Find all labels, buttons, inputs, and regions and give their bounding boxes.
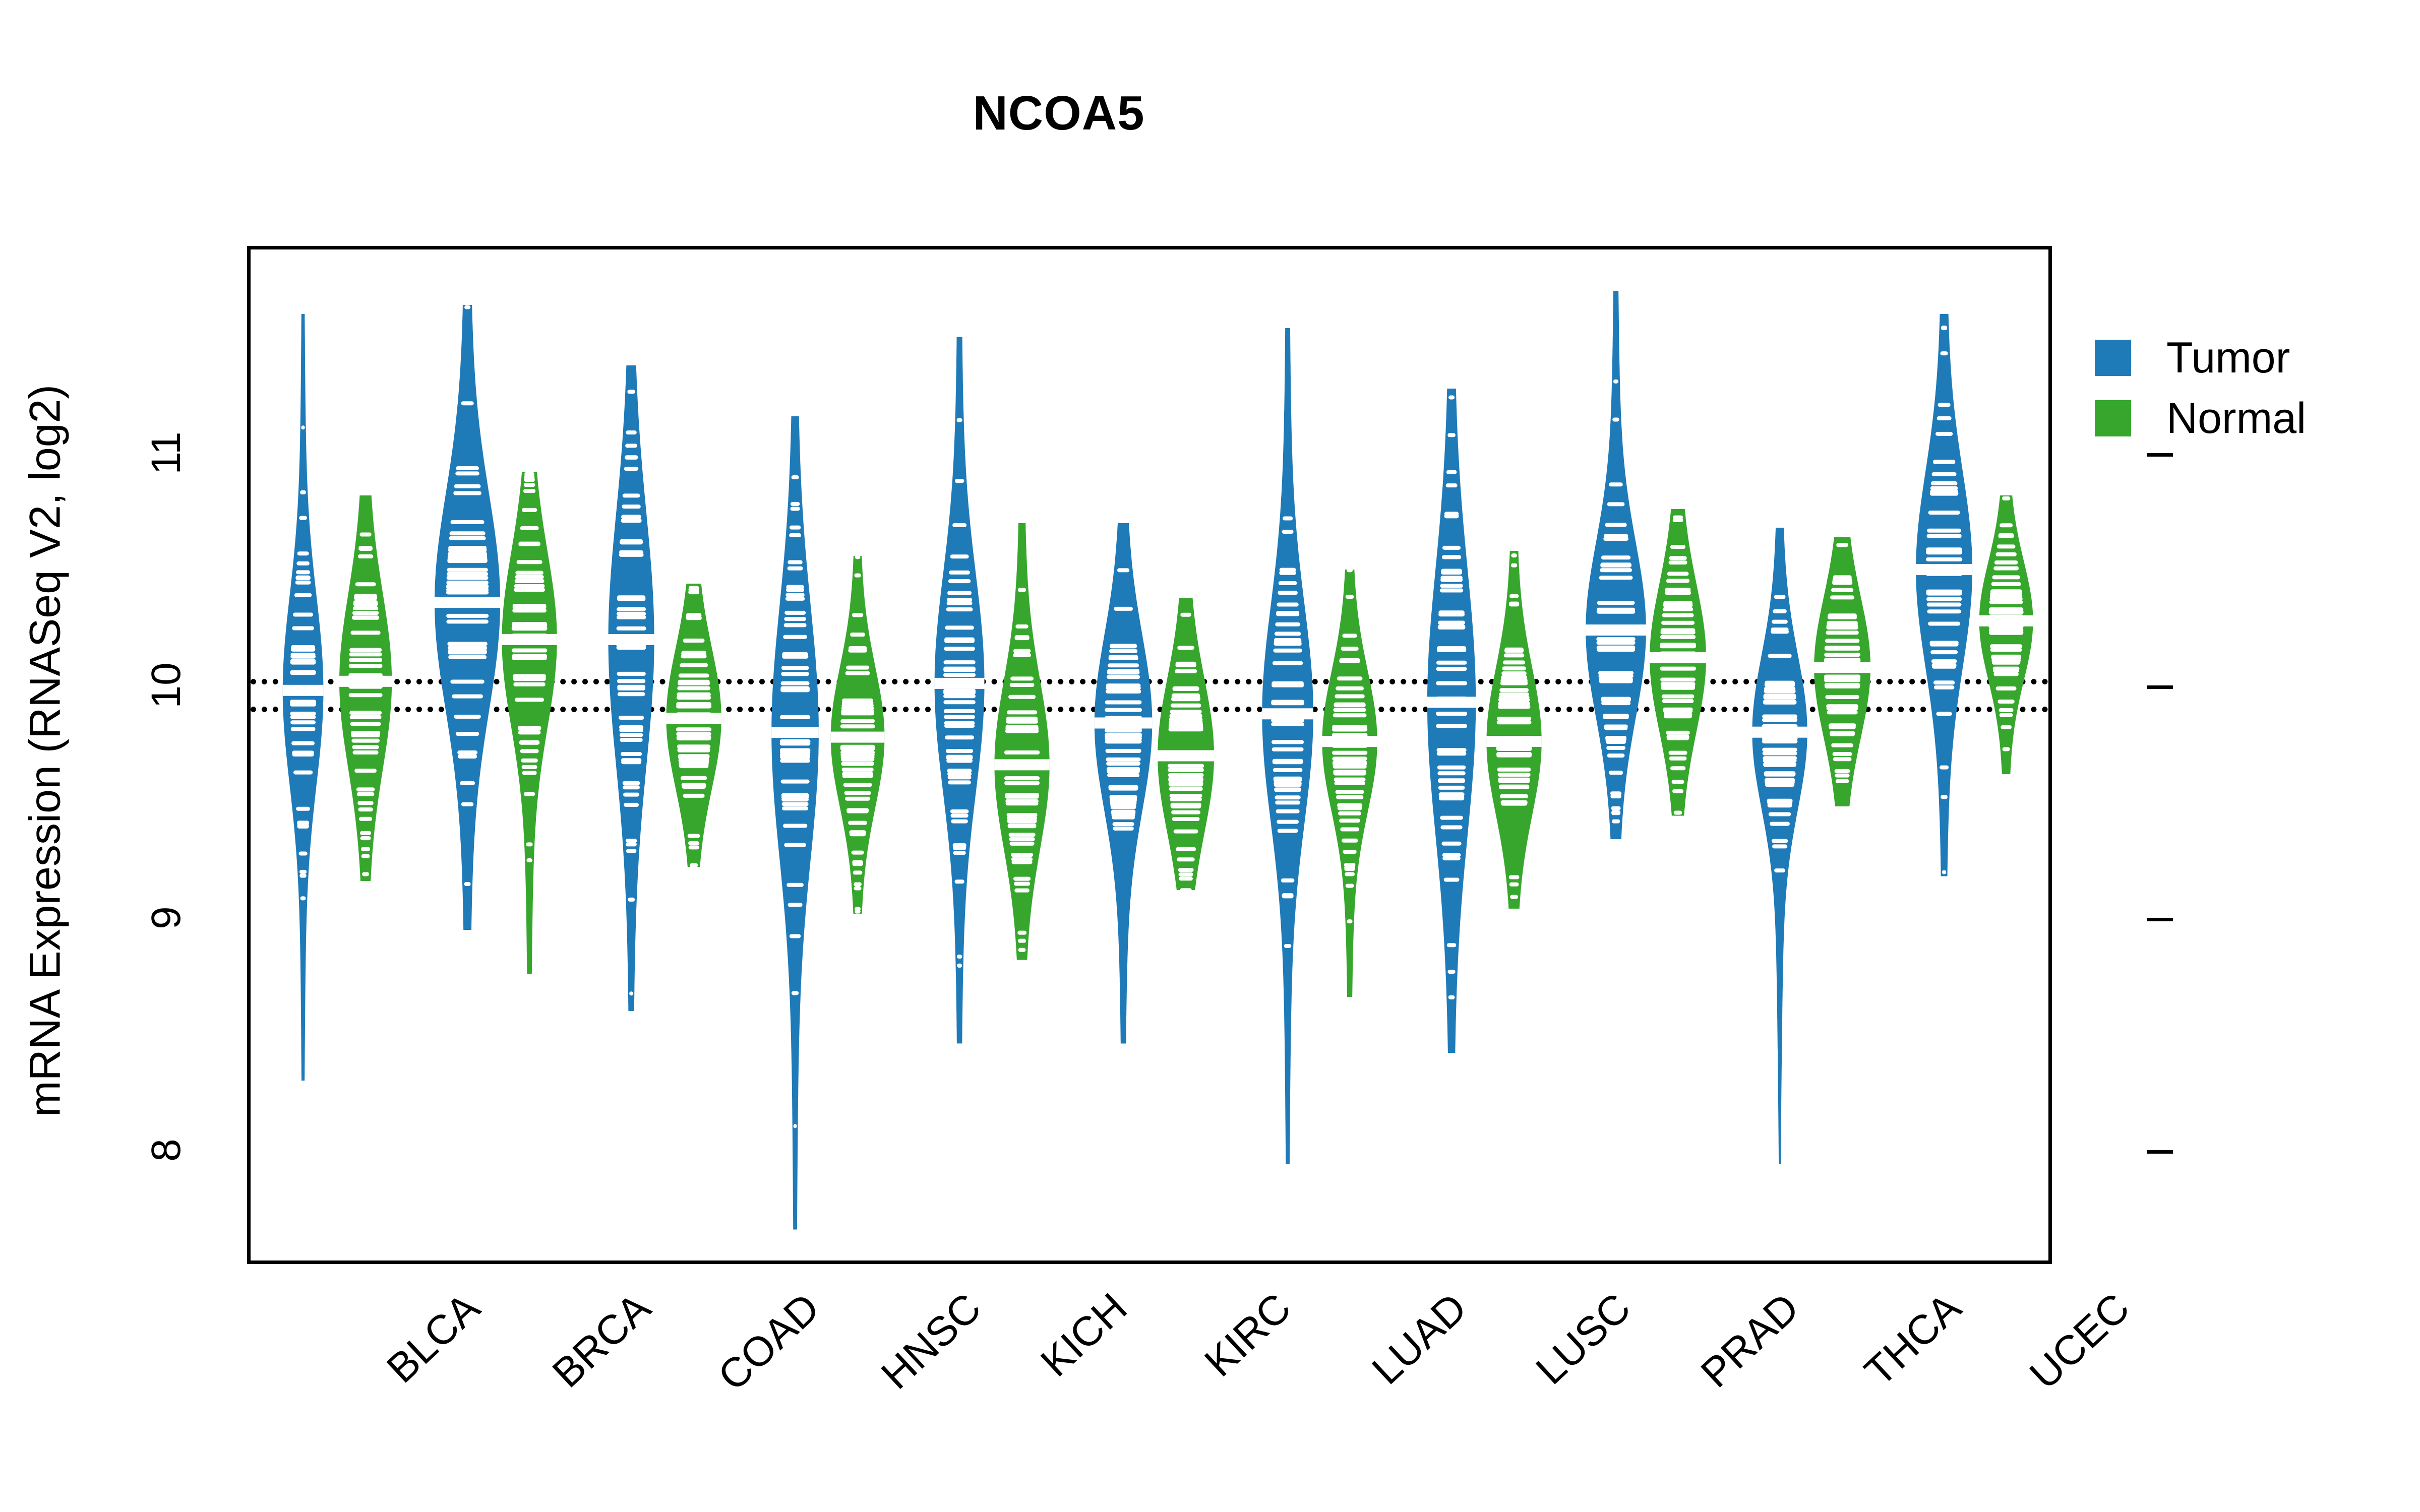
violin-coad-normal[interactable] [661, 583, 727, 867]
violin-group-blca[interactable] [251, 249, 414, 1261]
violin-hnsc-tumor[interactable] [762, 416, 828, 1230]
legend-label-normal: Normal [2166, 394, 2307, 443]
x-tick-label-prad: PRAD [1692, 1284, 1808, 1397]
violin-brca-tumor[interactable] [434, 304, 500, 930]
violin-group-kirc[interactable] [1071, 249, 1235, 1261]
violin-group-lusc[interactable] [1399, 249, 1563, 1261]
violin-coad-tumor[interactable] [598, 365, 664, 1012]
y-tick-label: 8 [143, 1139, 189, 1162]
violin-luad-tumor[interactable] [1255, 328, 1320, 1165]
y-axis-title: mRNA Expression (RNASeq V2, log2) [21, 385, 70, 1117]
legend: Tumor Normal [2095, 328, 2306, 449]
y-tick-label: 10 [143, 662, 189, 709]
page-title: NCOA5 [973, 86, 1145, 140]
x-tick-label-luad: LUAD [1363, 1284, 1475, 1394]
y-tick-label: 9 [143, 906, 189, 929]
violin-kirc-normal[interactable] [1153, 597, 1219, 891]
y-tick-mark [2147, 918, 2173, 921]
x-tick-label-kich: KICH [1032, 1284, 1136, 1385]
violin-group-coad[interactable] [579, 249, 743, 1261]
violin-lusc-normal[interactable] [1481, 551, 1547, 909]
violin-group-luad[interactable] [1235, 249, 1399, 1261]
violin-luad-normal[interactable] [1317, 570, 1382, 997]
violin-blca-tumor[interactable] [270, 314, 336, 1081]
violin-lusc-tumor[interactable] [1419, 388, 1484, 1053]
violin-hnsc-normal[interactable] [825, 555, 890, 914]
y-tick-mark [2147, 453, 2173, 457]
violin-group-brca[interactable] [414, 249, 578, 1261]
violin-kirc-tumor[interactable] [1091, 523, 1156, 1044]
violin-group-kich[interactable] [907, 249, 1071, 1261]
violin-group-ucec[interactable] [1892, 249, 2048, 1261]
legend-swatch-normal [2095, 400, 2131, 436]
chart-canvas: NCOA5 mRNA Expression (RNASeq V2, log2) … [0, 0, 2420, 1512]
plot-inner [251, 249, 2048, 1261]
x-tick-label-lusc: LUSC [1527, 1284, 1640, 1394]
violin-thca-normal[interactable] [1809, 537, 1875, 807]
legend-swatch-tumor [2095, 340, 2131, 376]
violin-kich-tumor[interactable] [927, 337, 992, 1044]
x-tick-label-blca: BLCA [378, 1284, 489, 1392]
x-tick-label-coad: COAD [709, 1284, 828, 1400]
plot-area [247, 246, 2052, 1264]
x-tick-label-hnsc: HNSC [873, 1284, 990, 1398]
legend-item-tumor[interactable]: Tumor [2095, 328, 2306, 388]
violin-ucec-tumor[interactable] [1911, 314, 1977, 876]
violin-blca-normal[interactable] [333, 495, 398, 881]
violin-thca-tumor[interactable] [1747, 528, 1812, 1165]
y-tick-label: 11 [143, 431, 189, 475]
violin-kich-normal[interactable] [989, 523, 1055, 960]
x-tick-label-kirc: KIRC [1196, 1284, 1300, 1385]
legend-label-tumor: Tumor [2166, 333, 2290, 382]
violin-ucec-normal[interactable] [1973, 495, 2039, 774]
y-tick-mark [2147, 1150, 2173, 1154]
violin-group-thca[interactable] [1727, 249, 1891, 1261]
x-tick-label-thca: THCA [1856, 1284, 1970, 1395]
violin-prad-normal[interactable] [1645, 509, 1711, 816]
x-tick-label-brca: BRCA [544, 1284, 659, 1397]
violin-brca-normal[interactable] [497, 472, 562, 974]
violin-group-hnsc[interactable] [743, 249, 906, 1261]
legend-item-normal[interactable]: Normal [2095, 388, 2306, 449]
violin-prad-tumor[interactable] [1583, 291, 1649, 840]
y-tick-mark [2147, 685, 2173, 689]
x-tick-label-ucec: UCEC [2021, 1284, 2139, 1398]
violin-group-prad[interactable] [1563, 249, 1727, 1261]
